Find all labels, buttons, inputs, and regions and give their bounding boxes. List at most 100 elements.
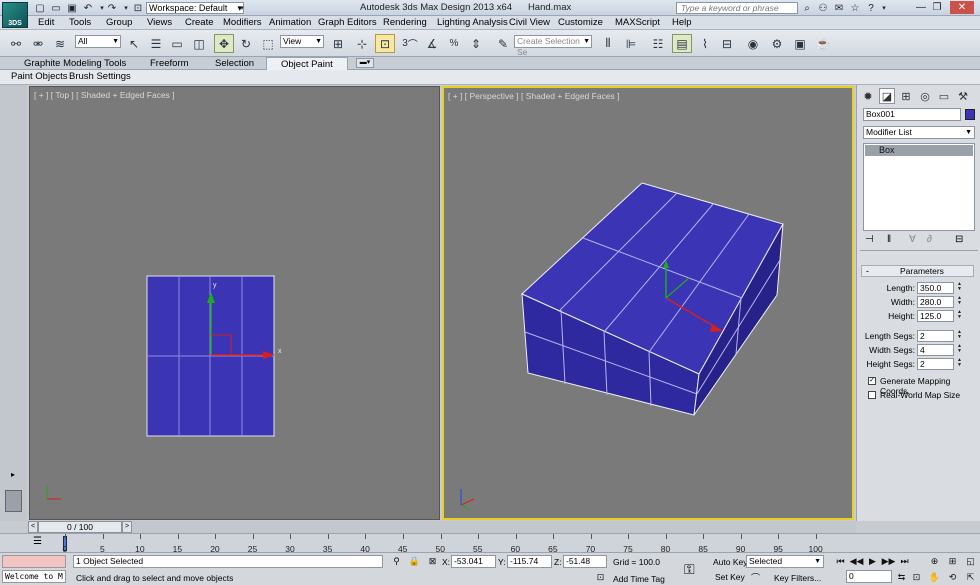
menu-graph-editors[interactable]: Graph Editors bbox=[318, 17, 377, 28]
height-segs-spinner[interactable]: ▲ ▼ bbox=[956, 358, 963, 369]
width-segs-input[interactable]: 4 bbox=[917, 344, 954, 356]
modify-tab-icon[interactable]: ◪ bbox=[879, 88, 895, 104]
length-segs-spinner[interactable]: ▲ ▼ bbox=[956, 330, 963, 341]
bind-space-warp-icon[interactable]: ≋ bbox=[50, 34, 70, 53]
rectangular-selection-icon[interactable]: ▭ bbox=[167, 34, 187, 53]
zoom-extents-icon[interactable]: ⊕ bbox=[928, 555, 941, 568]
pan-view-icon[interactable]: ✋ bbox=[928, 571, 941, 584]
track-bar[interactable]: ☰ 0 5 10 15 20 25 30 35 40 45 50 55 60 65 70 75 80 85 90 95… bbox=[0, 533, 980, 554]
schematic-view-icon[interactable]: ⊟ bbox=[717, 34, 737, 53]
select-and-move-icon[interactable]: ✥ bbox=[214, 34, 234, 53]
menu-edit[interactable]: Edit bbox=[38, 17, 54, 28]
length-spinner[interactable]: ▲ ▼ bbox=[956, 282, 963, 293]
select-and-rotate-icon[interactable]: ↻ bbox=[236, 34, 256, 53]
quick-access-dropdown-icon[interactable]: ▾ bbox=[236, 2, 248, 14]
new-file-icon[interactable]: ▢ bbox=[34, 2, 46, 14]
z-coord-input[interactable]: -51.48 bbox=[563, 555, 607, 568]
menu-rendering[interactable]: Rendering bbox=[383, 17, 427, 28]
workspace-dropdown[interactable]: Workspace: Default ▾ bbox=[146, 2, 244, 14]
maxscript-mini-listener-pink[interactable] bbox=[2, 555, 66, 568]
motion-tab-icon[interactable]: ◎ bbox=[917, 88, 933, 104]
material-editor-icon[interactable]: ◉ bbox=[743, 34, 763, 53]
make-unique-icon[interactable]: ∀ bbox=[909, 234, 916, 245]
time-configuration-icon[interactable]: ⊡ bbox=[910, 571, 923, 584]
set-key-icon[interactable]: ⚿ bbox=[684, 561, 695, 578]
angle-snap-icon[interactable]: ∡ bbox=[422, 34, 442, 53]
time-slider[interactable]: 0 / 100 bbox=[38, 521, 122, 533]
orbit-icon[interactable]: ⟲ bbox=[946, 571, 959, 584]
play-icon[interactable]: ▶ bbox=[866, 555, 879, 568]
height-spinner[interactable]: ▲ ▼ bbox=[956, 310, 963, 321]
key-set-dropdown[interactable]: Selected ▼ bbox=[746, 555, 824, 568]
help-dropdown-icon[interactable]: ▾ bbox=[877, 1, 891, 15]
absolute-mode-transform-icon[interactable]: ⊠ bbox=[426, 555, 439, 568]
key-filters-button[interactable]: Key Filters... bbox=[774, 573, 821, 583]
display-tab-icon[interactable]: ▭ bbox=[936, 88, 952, 104]
pin-stack-icon[interactable]: ⊣ bbox=[865, 234, 874, 245]
current-frame-input[interactable]: 0 bbox=[846, 570, 892, 583]
tab-object-paint[interactable]: Object Paint bbox=[266, 57, 348, 70]
previous-frame-icon[interactable]: ◀◀ bbox=[850, 555, 864, 568]
width-spinner[interactable]: ▲ ▼ bbox=[956, 296, 963, 307]
select-by-name-icon[interactable]: ☰ bbox=[146, 34, 166, 53]
x-coord-input[interactable]: -53.041 bbox=[451, 555, 496, 568]
edit-named-selection-icon[interactable]: ✎ bbox=[493, 34, 513, 53]
width-input[interactable]: 280.0 bbox=[917, 296, 954, 308]
prev-frame-arrow-icon[interactable]: < bbox=[28, 521, 38, 533]
create-tab-icon[interactable]: ✹ bbox=[860, 88, 876, 104]
curve-editor-icon[interactable]: ⌇ bbox=[695, 34, 715, 53]
parameters-rollout-header[interactable]: - Parameters bbox=[861, 265, 974, 277]
modifier-list-dropdown[interactable]: Modifier List ▼ bbox=[863, 126, 975, 139]
graphite-modeling-toggle-icon[interactable]: ▤ bbox=[672, 34, 692, 53]
object-name-field[interactable]: Box001 bbox=[863, 108, 961, 121]
menu-create[interactable]: Create bbox=[185, 17, 214, 28]
render-setup-icon[interactable]: ⚙ bbox=[767, 34, 787, 53]
menu-group[interactable]: Group bbox=[106, 17, 132, 28]
percent-snap-icon[interactable]: % bbox=[444, 34, 464, 53]
maximize-viewport-icon[interactable]: ⇱ bbox=[964, 571, 977, 584]
menu-modifiers[interactable]: Modifiers bbox=[223, 17, 262, 28]
next-frame-arrow-icon[interactable]: > bbox=[122, 521, 132, 533]
width-segs-spinner[interactable]: ▲ ▼ bbox=[956, 344, 963, 355]
align-icon[interactable]: ⊫ bbox=[621, 34, 641, 53]
selection-filter-dropdown[interactable]: All ▼ bbox=[75, 35, 121, 48]
tab-selection[interactable]: Selection bbox=[215, 58, 254, 69]
auto-key-button[interactable]: Auto Key bbox=[713, 557, 748, 567]
menu-tools[interactable]: Tools bbox=[69, 17, 91, 28]
length-input[interactable]: 350.0 bbox=[917, 282, 954, 294]
go-to-start-icon[interactable]: ⏮ bbox=[834, 555, 847, 568]
favorites-star-icon[interactable]: ☆ bbox=[848, 1, 862, 15]
open-file-icon[interactable]: ▭ bbox=[50, 2, 62, 14]
viewport-layout-tab[interactable] bbox=[5, 490, 22, 512]
ribbon-options-icon[interactable]: ▬▾ bbox=[356, 58, 374, 68]
stack-item-box[interactable]: Box bbox=[865, 145, 973, 156]
maximize-button[interactable]: ❐ bbox=[930, 1, 944, 14]
object-color-swatch[interactable] bbox=[965, 109, 975, 120]
menu-customize[interactable]: Customize bbox=[558, 17, 603, 28]
next-frame-icon[interactable]: ▶▶ bbox=[882, 555, 896, 568]
rendered-frame-window-icon[interactable]: ▣ bbox=[790, 34, 810, 53]
panel-paint-objects[interactable]: Paint Objects bbox=[11, 71, 68, 82]
layer-manager-icon[interactable]: ☷ bbox=[648, 34, 668, 53]
real-world-checkbox[interactable] bbox=[868, 391, 876, 399]
menu-maxscript[interactable]: MAXScript bbox=[615, 17, 660, 28]
keyboard-shortcut-override-icon[interactable]: ⊡ bbox=[375, 34, 395, 53]
utilities-tab-icon[interactable]: ⚒ bbox=[955, 88, 971, 104]
select-and-link-icon[interactable]: ⚯ bbox=[6, 34, 26, 53]
undo-icon[interactable]: ↶ bbox=[82, 2, 94, 14]
close-button[interactable]: ✕ bbox=[950, 1, 974, 14]
project-folder-icon[interactable]: ⊡ bbox=[132, 2, 144, 14]
menu-civil-view[interactable]: Civil View bbox=[509, 17, 550, 28]
use-pivot-center-icon[interactable]: ⊞ bbox=[328, 34, 348, 53]
reference-coordinate-dropdown[interactable]: View ▼ bbox=[280, 35, 324, 48]
show-end-result-icon[interactable]: ‖ bbox=[887, 234, 891, 245]
viewport-perspective[interactable]: [ + ] [ Perspective ] [ Shaded + Edged F… bbox=[442, 86, 854, 520]
configure-modifier-sets-icon[interactable]: ⊟ bbox=[955, 234, 963, 245]
expand-arrow-icon[interactable]: ▸ bbox=[7, 470, 19, 480]
set-key-button[interactable]: Set Key bbox=[715, 572, 745, 582]
select-and-scale-icon[interactable]: ⬚ bbox=[258, 34, 278, 53]
snaps-toggle-icon[interactable]: 3 ⌒ bbox=[400, 34, 420, 53]
named-selection-dropdown[interactable]: Create Selection Se ▼ bbox=[514, 35, 592, 57]
length-segs-input[interactable]: 2 bbox=[917, 330, 954, 342]
go-to-end-icon[interactable]: ⏭ bbox=[898, 555, 911, 568]
